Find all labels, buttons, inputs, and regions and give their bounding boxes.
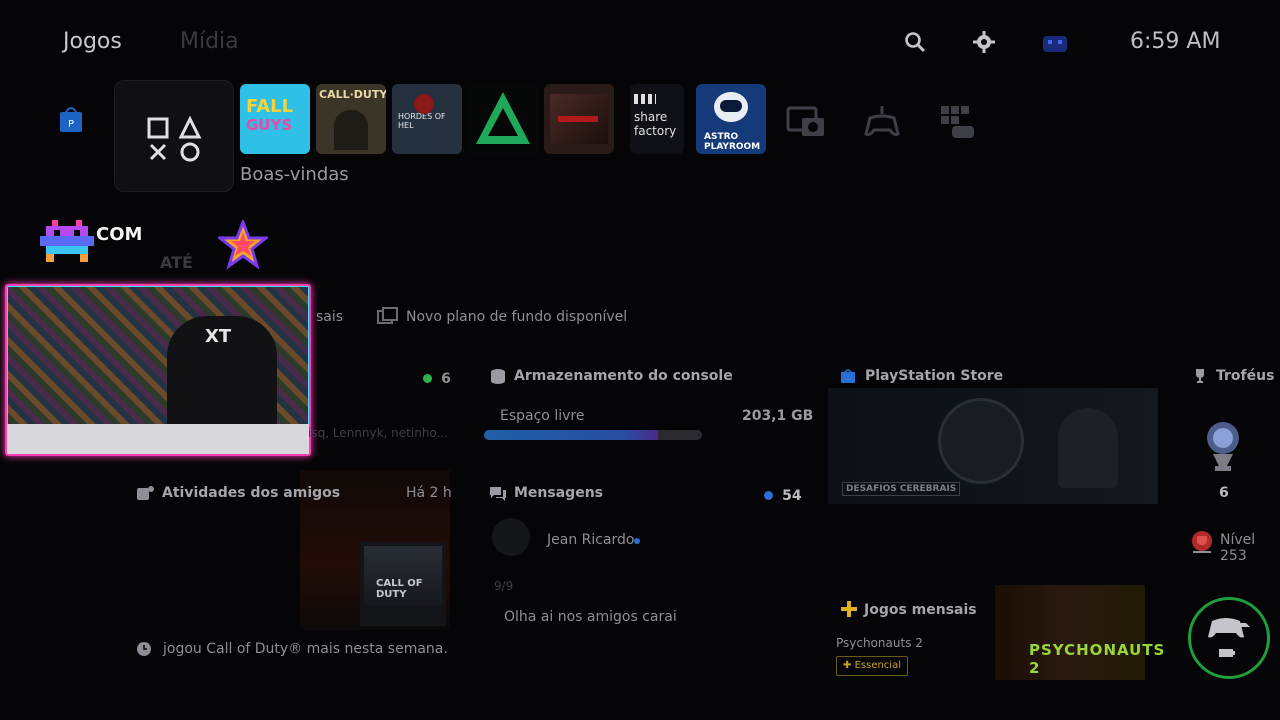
store-banner[interactable]: DESAFIOS CEREBRAIS bbox=[828, 388, 1158, 504]
promo-ate-text: ATÉ bbox=[160, 253, 193, 272]
controller-status bbox=[1188, 597, 1270, 679]
star-icon bbox=[215, 217, 271, 270]
tile-astro-playroom[interactable]: ASTRO PLAYROOM bbox=[696, 84, 766, 154]
search-icon[interactable] bbox=[902, 30, 928, 56]
webcam-overlay: XT bbox=[5, 284, 311, 456]
media-gallery-icon[interactable] bbox=[786, 104, 826, 140]
storage-free-value: 203,1 GB bbox=[742, 408, 814, 424]
game-library-icon[interactable] bbox=[938, 104, 978, 140]
message-sender[interactable]: Jean Ricardo bbox=[547, 532, 635, 548]
svg-text:P: P bbox=[68, 119, 74, 130]
friends-activity-text: jogou Call of Duty® mais nesta semana. bbox=[163, 641, 448, 657]
messages-count: 54 bbox=[782, 488, 802, 504]
storage-free-label: Espaço livre bbox=[500, 408, 585, 424]
tile-fall-guys[interactable]: FALL GUYS bbox=[240, 84, 310, 154]
platinum-trophy-icon bbox=[1203, 418, 1243, 474]
tile-triangle-game[interactable] bbox=[468, 84, 538, 154]
ps-store-icon bbox=[840, 368, 856, 384]
playstation-store-icon[interactable]: P bbox=[58, 104, 84, 134]
thumb-label: CALL OF DUTY bbox=[376, 578, 423, 600]
controller-icon[interactable] bbox=[862, 104, 902, 140]
ps-plus-icon bbox=[840, 600, 858, 618]
tile-label: CALL·DUTY bbox=[319, 88, 386, 101]
notice-partial: sais bbox=[316, 309, 344, 325]
notice-text[interactable]: Novo plano de fundo disponível bbox=[406, 309, 627, 325]
tile-label: FALL GUYS bbox=[246, 96, 294, 135]
tile-share-factory[interactable]: share factory bbox=[630, 84, 684, 154]
tile-vampire-game[interactable] bbox=[544, 84, 614, 154]
message-date: 9/9 bbox=[494, 579, 514, 593]
activity-game-thumbnail[interactable]: CALL OF DUTY bbox=[360, 542, 446, 626]
space-invader-icon bbox=[40, 220, 94, 264]
trophies-title[interactable]: Troféus bbox=[1216, 368, 1274, 384]
friends-activity-time: Há 2 h bbox=[406, 485, 452, 501]
chair-logo: XT bbox=[205, 326, 232, 347]
avatar[interactable] bbox=[1040, 30, 1070, 56]
messages-counter: 54 bbox=[764, 485, 802, 504]
welcome-label: Boas-vindas bbox=[240, 164, 349, 185]
trophy-level-icon bbox=[1190, 530, 1214, 554]
unread-dot bbox=[764, 491, 773, 500]
online-status: 6 bbox=[423, 368, 451, 387]
tile-hordes-of-hel[interactable]: HORDES OF HEL bbox=[392, 84, 462, 154]
online-names: isq, Lennnyk, netinho... bbox=[308, 426, 448, 440]
online-count: 6 bbox=[441, 371, 451, 387]
storage-icon bbox=[490, 368, 506, 384]
badge-plus-icon: ✚ bbox=[843, 660, 852, 671]
storage-bar bbox=[484, 430, 702, 440]
trophy-level: Nível 253 bbox=[1220, 532, 1256, 564]
storage-bar-fill bbox=[484, 430, 659, 440]
tile-label: share factory bbox=[634, 110, 677, 138]
promo-com-text: COM bbox=[96, 224, 143, 245]
clock-icon bbox=[136, 641, 152, 657]
sender-online-dot bbox=[634, 538, 640, 544]
tab-games[interactable]: Jogos bbox=[63, 29, 122, 54]
gear-icon[interactable] bbox=[971, 30, 997, 56]
messages-title[interactable]: Mensagens bbox=[514, 485, 603, 501]
tile-call-of-duty[interactable]: CALL·DUTY bbox=[316, 84, 386, 154]
messages-icon bbox=[489, 485, 507, 503]
welcome-hub-tile[interactable] bbox=[114, 80, 234, 192]
online-dot bbox=[423, 374, 432, 383]
friends-activity-title[interactable]: Atividades dos amigos bbox=[162, 485, 340, 501]
trophy-count: 6 bbox=[1219, 485, 1229, 501]
clock: 6:59 AM bbox=[1130, 29, 1221, 54]
art-title: PSYCHONAUTS 2 bbox=[1029, 641, 1166, 677]
tile-label: HORDES OF HEL bbox=[398, 112, 446, 130]
sender-avatar bbox=[492, 518, 530, 556]
storage-title[interactable]: Armazenamento do console bbox=[514, 368, 733, 384]
monthly-title[interactable]: Jogos mensais bbox=[864, 602, 977, 618]
store-tag: DESAFIOS CEREBRAIS bbox=[842, 482, 961, 496]
tab-media[interactable]: Mídia bbox=[180, 29, 239, 54]
store-title[interactable]: PlayStation Store bbox=[865, 368, 1003, 384]
wallpaper-icon bbox=[377, 307, 399, 327]
friends-activity-icon bbox=[136, 485, 154, 503]
monthly-game: Psychonauts 2 bbox=[836, 636, 923, 650]
monthly-game-art[interactable]: PSYCHONAUTS 2 bbox=[995, 585, 1164, 680]
tile-label: ASTRO PLAYROOM bbox=[704, 132, 761, 152]
badge-label: Essencial bbox=[854, 660, 901, 671]
message-preview[interactable]: Olha ai nos amigos carai bbox=[504, 609, 677, 625]
trophy-icon bbox=[1192, 368, 1208, 384]
essencial-badge: ✚ Essencial bbox=[836, 656, 908, 676]
